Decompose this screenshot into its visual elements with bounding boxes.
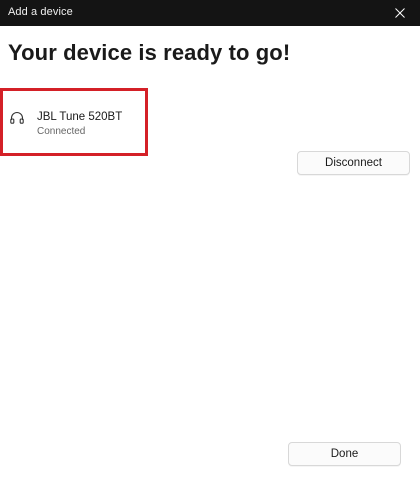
device-status: Connected <box>37 126 86 137</box>
device-item[interactable]: JBL Tune 520BT Connected <box>0 88 148 156</box>
add-device-dialog: Add a device Your device is ready to go!… <box>0 0 420 483</box>
title-bar: Add a device <box>0 0 420 26</box>
disconnect-button[interactable]: Disconnect <box>297 151 410 175</box>
device-name: JBL Tune 520BT <box>37 111 123 123</box>
close-icon <box>395 8 405 18</box>
done-button[interactable]: Done <box>288 442 401 466</box>
window-title: Add a device <box>8 6 73 18</box>
headphones-icon <box>10 112 24 124</box>
page-title: Your device is ready to go! <box>8 40 291 65</box>
close-button[interactable] <box>380 0 420 26</box>
